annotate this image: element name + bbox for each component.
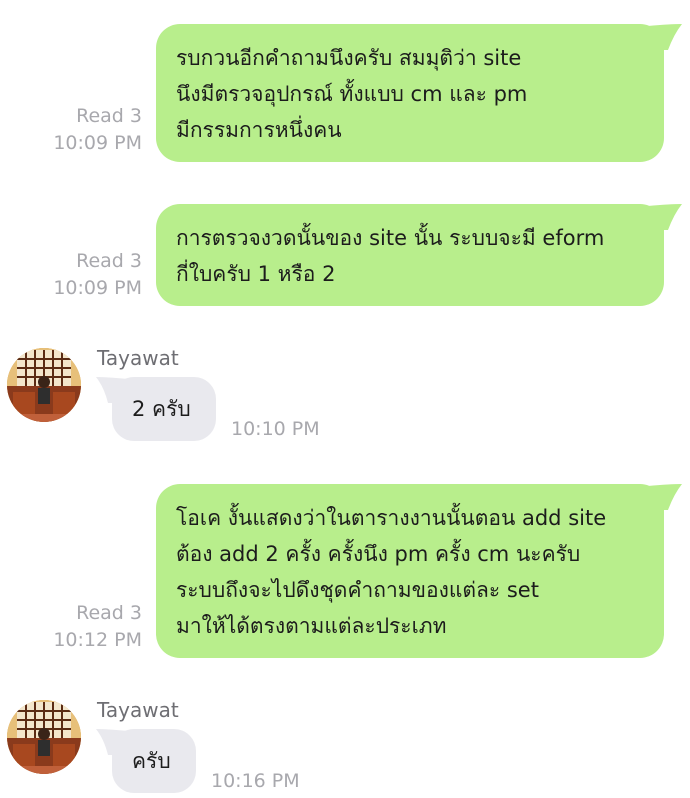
message-bubble[interactable]: 2 ครับ [96,377,216,441]
message-text-line: นึงมีตรวจอุปกรณ์ ทั้งแบบ cm และ pm [176,82,528,106]
bubble-tail-icon [648,24,682,50]
sender-name: Tayawat [97,698,179,722]
message-bubble[interactable]: การตรวจงวดนั้นของ site นั้น ระบบจะมี efo… [156,204,682,306]
read-receipt: Read 3 [76,105,142,127]
message-time: 10:16 PM [211,770,300,792]
bubble-tail-icon [648,484,682,510]
sender-name: Tayawat [97,346,179,370]
message-text-line: มาให้ได้ตรงตามแต่ละประเภท [176,614,447,638]
message-text-line: ต้อง add 2 ครั้ง ครั้งนึง pm ครั้ง cm นะ… [176,542,581,566]
message-time: 10:12 PM [53,629,142,651]
message-time: 10:09 PM [53,132,142,154]
avatar-image [7,348,81,422]
message-bubble[interactable]: ครับ [96,729,196,793]
bubble-tail-icon [648,204,682,230]
message-time: 10:10 PM [231,418,320,440]
message-meta: Read 3 10:09 PM [2,248,142,302]
bubble-tail-icon [96,729,128,755]
message-text-line: ระบบถึงจะไปดึงชุดคำถามของแต่ละ set [176,578,539,602]
message-text-line: กี่ใบครับ 1 หรือ 2 [176,262,336,286]
read-receipt: Read 3 [76,250,142,272]
message-bubble[interactable]: รบกวนอีกคำถามนึงครับ สมมุติว่า site นึงม… [156,24,682,162]
message-text-line: รบกวนอีกคำถามนึงครับ สมมุติว่า site [176,46,522,70]
message-text-line: มีกรรมการหนึ่งคน [176,118,342,142]
chat-thread: Read 3 10:09 PM รบกวนอีกคำถามนึงครับ สมม… [0,0,690,798]
user-avatar-icon[interactable] [7,348,81,422]
message-text: 2 ครับ [132,397,191,421]
avatar-image [7,700,81,774]
user-avatar-icon[interactable] [7,700,81,774]
message-text-line: การตรวจงวดนั้นของ site นั้น ระบบจะมี efo… [176,226,605,250]
message-text: ครับ [132,749,171,773]
message-meta: Read 3 10:09 PM [2,103,142,157]
bubble-tail-icon [96,377,128,403]
message-time: 10:09 PM [53,277,142,299]
message-meta: Read 3 10:12 PM [2,600,142,654]
message-bubble[interactable]: โอเค งั้นแสดงว่าในตารางงานนั้นตอน add si… [156,484,682,658]
read-receipt: Read 3 [76,602,142,624]
message-text-line: โอเค งั้นแสดงว่าในตารางงานนั้นตอน add si… [176,506,607,530]
